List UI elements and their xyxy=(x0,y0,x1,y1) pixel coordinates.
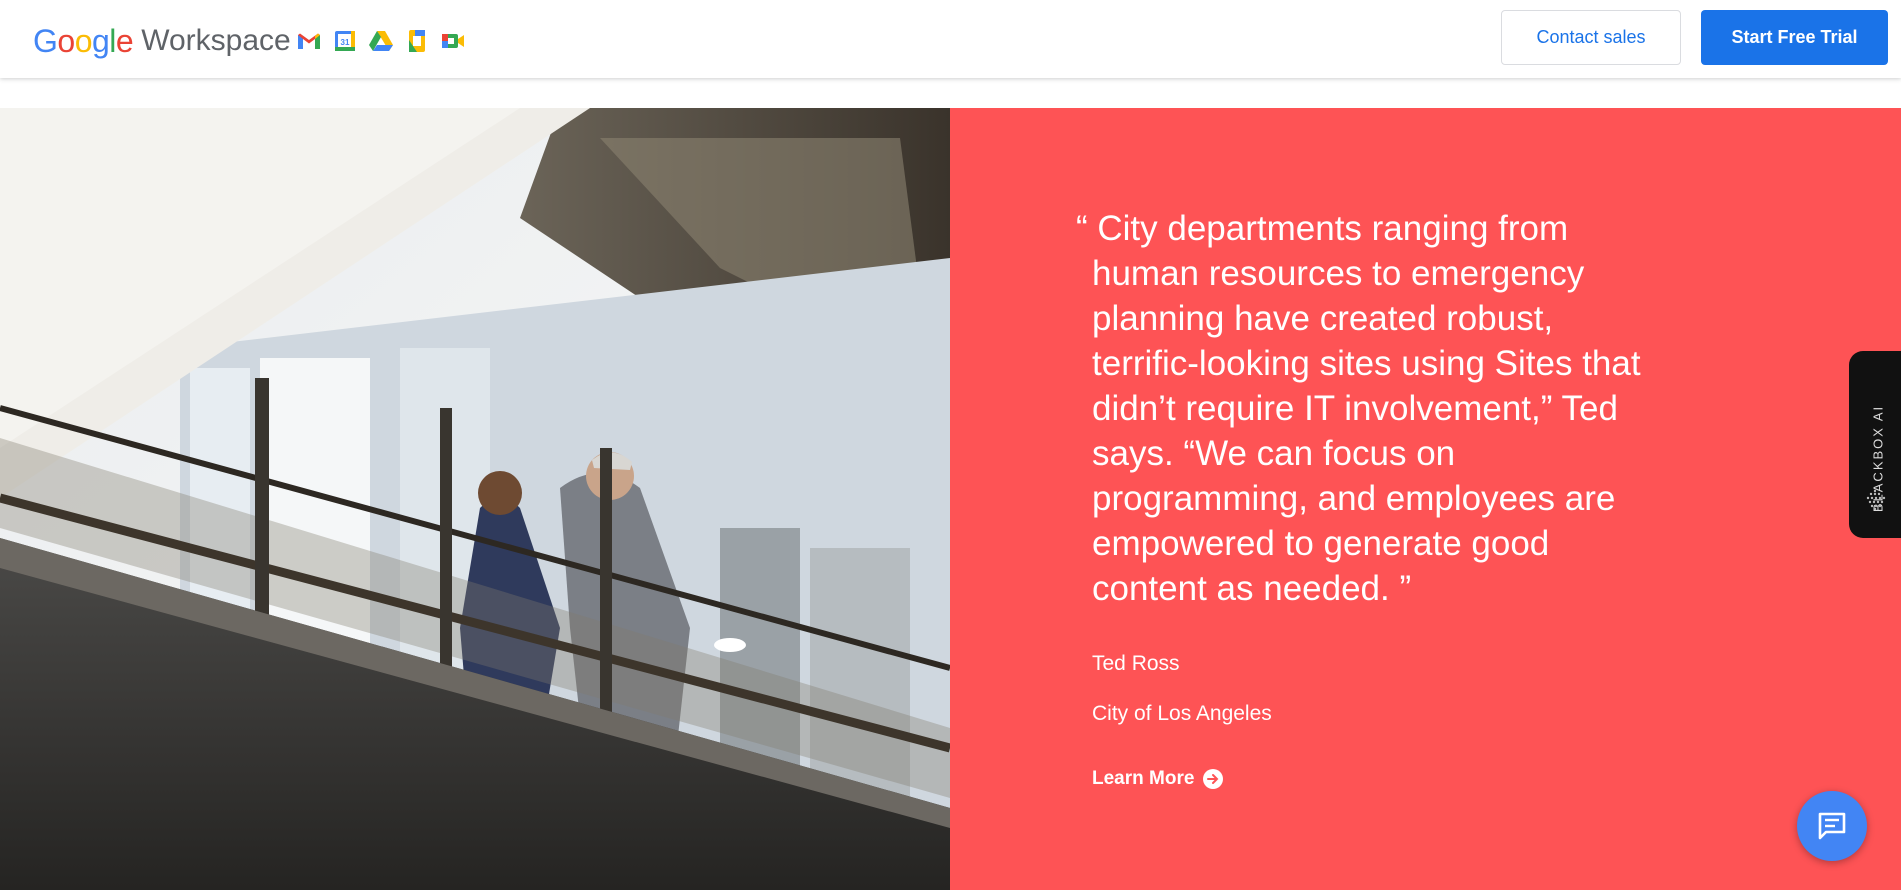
quote-line: content as needed. ” xyxy=(1092,569,1412,608)
google-workspace-logo[interactable]: Google Workspace xyxy=(33,20,291,62)
chat-bubble-icon xyxy=(1818,812,1846,840)
quote-line: terrific-looking sites using Sites that xyxy=(1092,344,1641,383)
blackbox-ai-tab[interactable]: BLACKBOX AI xyxy=(1849,351,1901,538)
contact-sales-button[interactable]: Contact sales xyxy=(1501,10,1681,65)
quote-line: human resources to emergency xyxy=(1092,254,1585,293)
workspace-wordmark: Workspace xyxy=(141,24,291,57)
learn-more-link[interactable]: Learn More xyxy=(1092,768,1224,790)
calendar-icon: 31 xyxy=(335,31,355,51)
docs-icon xyxy=(409,30,425,52)
gmail-icon xyxy=(298,33,320,49)
google-wordmark: Google xyxy=(33,22,134,59)
quote-line: says. “We can focus on xyxy=(1092,434,1456,473)
chat-button[interactable] xyxy=(1797,791,1867,861)
top-header: Google Workspace 31 Contact sales Start … xyxy=(0,0,1901,78)
quote-line: programming, and employees are xyxy=(1092,479,1616,518)
drive-icon xyxy=(369,31,393,51)
quote-line: didn’t require IT involvement,” Ted xyxy=(1092,389,1618,428)
learn-more-label: Learn More xyxy=(1092,768,1195,789)
meet-icon xyxy=(442,34,464,48)
quote-line: planning have created robust, xyxy=(1092,299,1554,338)
testimonial-quote: “ City departments ranging from human re… xyxy=(1076,206,1676,611)
testimonial-photo xyxy=(0,108,950,890)
testimonial-author: Ted Ross xyxy=(1092,652,1180,675)
svg-text:31: 31 xyxy=(341,38,350,47)
start-free-trial-button[interactable]: Start Free Trial xyxy=(1701,10,1888,65)
arrow-right-icon xyxy=(1203,769,1224,789)
office-balcony-image xyxy=(0,108,950,890)
blackbox-logo-icon xyxy=(1866,489,1886,511)
quote-line: empowered to generate good xyxy=(1092,524,1550,563)
product-icons: 31 xyxy=(296,28,466,54)
testimonial-organization: City of Los Angeles xyxy=(1092,702,1272,725)
quote-line: “ City departments ranging from xyxy=(1076,209,1569,248)
